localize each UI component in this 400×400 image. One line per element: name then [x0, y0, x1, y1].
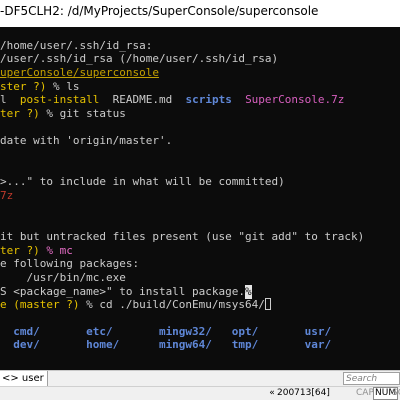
terminal-text: ter ?)	[0, 107, 47, 120]
terminal-line: it but untracked files present (use "git…	[0, 230, 400, 244]
terminal-text: scripts	[185, 93, 232, 106]
terminal-line: /user/.ssh/id_rsa (/home/user/.ssh/id_rs…	[0, 52, 400, 66]
terminal-text: dev/ home/ mingw64/ tmp/ var/	[0, 338, 332, 351]
terminal-text: e following packages:	[0, 257, 140, 270]
terminal-text: S <package_name>" to install package.	[0, 285, 246, 298]
terminal-line: >..." to include in what will be committ…	[0, 175, 400, 189]
window-title: -DF5CLH2: /d/MyProjects/SuperConsole/sup…	[0, 4, 319, 18]
terminal-line: date with 'origin/master'.	[0, 134, 400, 148]
status-menu-arrow-icon[interactable]: «	[268, 387, 276, 400]
title-bar[interactable]: -DF5CLH2: /d/MyProjects/SuperConsole/sup…	[0, 0, 400, 22]
terminal-console[interactable]: /home/user/.ssh/id_rsa:/user/.ssh/id_rsa…	[0, 27, 400, 370]
terminal-text: /home/user/.ssh/id_rsa:	[0, 39, 153, 52]
terminal-line: uperConsole/superconsole	[0, 66, 400, 80]
scroll-lock-indicator[interactable]: SCRL	[391, 387, 400, 400]
conemu-window: -DF5CLH2: /d/MyProjects/SuperConsole/sup…	[0, 0, 400, 400]
terminal-line: l post-install README.md scripts SuperCo…	[0, 93, 400, 107]
terminal-text: /user/.ssh/id_rsa (/home/user/.ssh/id_rs…	[0, 52, 279, 65]
terminal-text: % ls	[52, 80, 80, 93]
terminal-text: date with 'origin/master'.	[0, 134, 173, 147]
terminal-line: cmd/ etc/ mingw32/ opt/ usr/	[0, 325, 400, 339]
terminal-line: ter ?) % mc	[0, 244, 400, 258]
terminal-text: it but untracked files present (use "git…	[0, 230, 365, 243]
terminal-text: ster ?)	[0, 80, 53, 93]
terminal-line: e following packages:	[0, 257, 400, 271]
terminal-line: S <package_name>" to install package.%	[0, 285, 400, 299]
tab-user[interactable]: <> user	[0, 371, 48, 386]
terminal-text: SuperConsole.7z	[245, 93, 345, 106]
terminal-line: dev/ home/ mingw64/ tmp/ var/	[0, 338, 400, 352]
terminal-text: /usr/bin/mc.exe	[0, 271, 126, 284]
terminal-text: % cd ./build/ConEmu/msys64/	[86, 298, 265, 311]
text-cursor	[264, 298, 271, 310]
cursor-highlight: %	[245, 285, 252, 299]
terminal-text: README.md	[99, 93, 186, 106]
terminal-text: e (master ?)	[0, 298, 87, 311]
terminal-text: % mc	[46, 244, 73, 257]
terminal-line: ster ?) % ls	[0, 80, 400, 94]
terminal-line: 7z	[0, 189, 400, 203]
terminal-text: uperConsole/superconsole	[0, 66, 159, 79]
terminal-text: l	[0, 93, 20, 106]
terminal-text: >..." to include in what will be committ…	[0, 175, 285, 188]
status-build-version: 200713[64]	[277, 388, 330, 398]
terminal-line: /home/user/.ssh/id_rsa:	[0, 39, 400, 53]
terminal-text: % git status	[46, 107, 126, 120]
tab-bar: <> user	[0, 370, 400, 386]
terminal-text: cmd/ etc/ mingw32/ opt/ usr/	[0, 325, 332, 338]
terminal-line: e (master ?) % cd ./build/ConEmu/msys64/	[0, 298, 400, 312]
search-input[interactable]	[343, 372, 400, 385]
terminal-text: post-install	[19, 93, 100, 106]
status-bar: « 200713[64] CAPS NUM SCRL	[0, 386, 400, 400]
terminal-text: 7z	[0, 189, 14, 202]
terminal-text: ter ?)	[0, 244, 47, 257]
terminal-line: /usr/bin/mc.exe	[0, 271, 400, 285]
terminal-line: ter ?) % git status	[0, 107, 400, 121]
